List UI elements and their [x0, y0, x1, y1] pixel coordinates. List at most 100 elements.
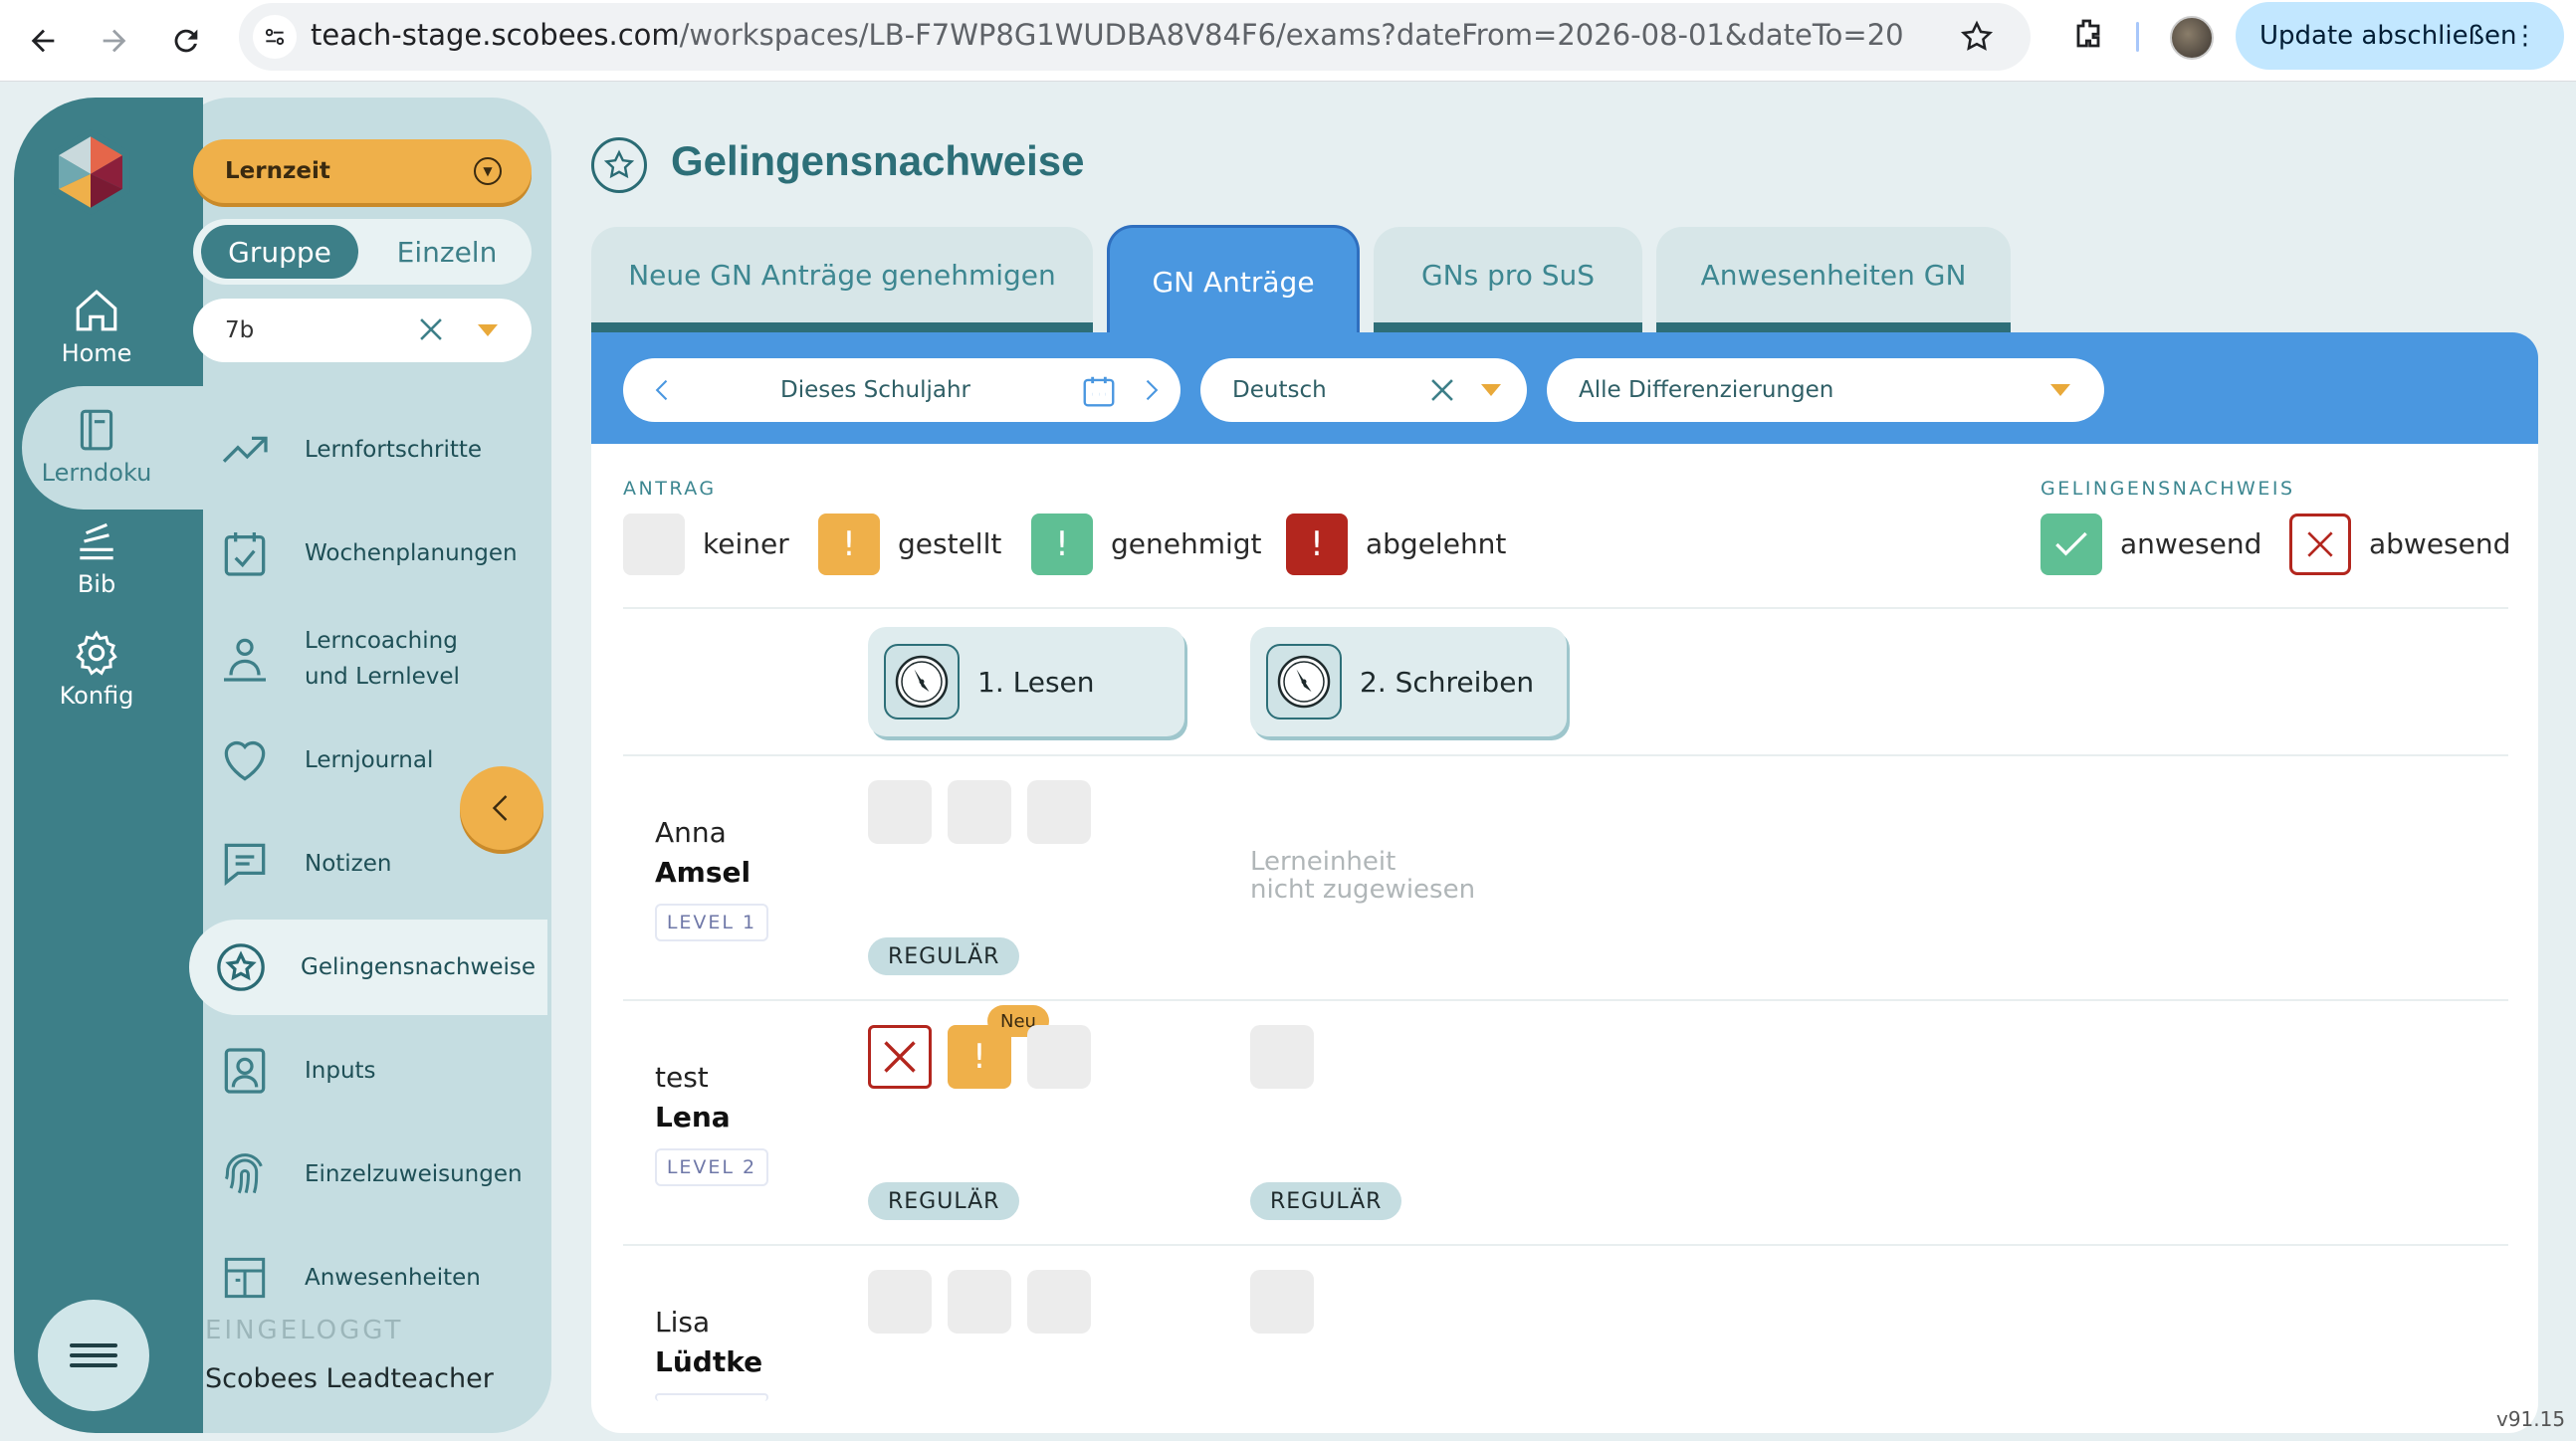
student-first-name: Anna	[655, 816, 727, 849]
address-bar[interactable]: teach-stage.scobees.com/workspaces/LB-F7…	[239, 3, 2031, 71]
gear-icon	[76, 630, 117, 676]
fingerprint-icon	[224, 1153, 263, 1194]
forward-icon[interactable]	[88, 14, 141, 68]
dropdown-caret-icon[interactable]	[478, 324, 498, 336]
group-single-toggle: Gruppe Einzeln	[193, 219, 532, 285]
calendar-icon[interactable]	[1079, 372, 1119, 410]
more-menu-icon[interactable]: ⋮	[2512, 21, 2538, 51]
sidebar-item-inputs[interactable]: Inputs	[193, 1041, 551, 1101]
heart-icon	[224, 740, 266, 781]
tab-anwesenheiten-gn[interactable]: Anwesenheiten GN	[1656, 227, 2011, 332]
toggle-einzeln[interactable]: Einzeln	[368, 225, 526, 279]
update-button[interactable]: Update abschließen ⋮	[2236, 2, 2564, 70]
mode-select-label: Lernzeit	[225, 158, 330, 184]
rail-item-konfig[interactable]: Konfig	[22, 613, 171, 724]
sidebar-item-lernfortschritte[interactable]: Lernfortschritte	[193, 420, 551, 480]
gn-slot[interactable]	[1250, 1270, 1314, 1334]
tab-gns-pro-sus[interactable]: GNs pro SuS	[1374, 227, 1642, 332]
hamburger-icon	[70, 1338, 117, 1373]
sidebar-item-label: Notizen	[305, 851, 392, 877]
compass-icon	[1266, 644, 1342, 720]
rail-item-home[interactable]: Home	[22, 271, 171, 382]
tab-neue-gn-antraege[interactable]: Neue GN Anträge genehmigen	[591, 227, 1093, 332]
sidebar-item-label: Einzelzuweisungen	[305, 1161, 523, 1187]
gn-slot[interactable]	[1027, 780, 1091, 844]
gn-slot[interactable]	[868, 1270, 932, 1334]
site-settings-icon[interactable]	[253, 15, 297, 59]
sidebar-item-label: Wochenplanungen	[305, 540, 518, 566]
chevron-left-icon[interactable]	[649, 376, 677, 404]
library-icon	[80, 522, 113, 560]
student-first-name: test	[655, 1061, 709, 1094]
chevron-left-icon	[492, 795, 508, 821]
sidebar-item-label: Gelingensnachweise	[301, 954, 537, 980]
browser-toolbar: teach-stage.scobees.com/workspaces/LB-F7…	[0, 0, 2576, 82]
collapse-sidebar-button[interactable]	[460, 766, 543, 850]
tab-gn-antraege[interactable]: GN Anträge	[1107, 225, 1360, 336]
clear-icon[interactable]	[414, 312, 448, 346]
sidebar-item-gelingensnachweise[interactable]: Gelingensnachweise	[189, 920, 547, 1015]
class-select[interactable]: 7b	[193, 299, 532, 362]
legend-label-keiner: keiner	[703, 527, 789, 560]
period-filter[interactable]: Dieses Schuljahr	[623, 358, 1181, 422]
legend-label-genehmigt: genehmigt	[1111, 527, 1262, 560]
mode-select[interactable]: Lernzeit ▼	[193, 139, 532, 203]
gn-slot[interactable]	[948, 780, 1011, 844]
sidebar-item-label: Lernfortschritte	[305, 437, 483, 463]
differentiation-filter[interactable]: Alle Differenzierungen	[1547, 358, 2104, 422]
subject-filter[interactable]: Deutsch	[1200, 358, 1527, 422]
legend-antrag-header: ANTRAG	[623, 478, 717, 500]
user-name: Scobees Leadteacher	[205, 1363, 494, 1394]
student-last-name: Amsel	[655, 856, 751, 889]
rail-item-bib[interactable]: Bib	[22, 502, 171, 613]
compass-icon	[884, 644, 960, 720]
hamburger-menu-button[interactable]	[38, 1300, 149, 1411]
dropdown-caret-icon[interactable]	[1481, 384, 1501, 396]
differentiation-filter-value: Alle Differenzierungen	[1579, 377, 1834, 403]
sidebar-item-wochenplanungen[interactable]: Wochenplanungen	[193, 523, 551, 583]
legend-gn-header: GELINGENSNACHWEIS	[2040, 478, 2295, 500]
toolbar-divider	[2136, 22, 2139, 52]
check-icon	[2040, 514, 2102, 575]
star-circle-icon	[591, 137, 647, 193]
page-title: Gelingensnachweise	[671, 137, 1085, 184]
class-select-value: 7b	[225, 317, 255, 343]
regular-badge: REGULÄR	[1250, 1182, 1402, 1220]
gn-slot[interactable]	[1250, 1025, 1314, 1089]
exclamation-icon: !	[972, 1037, 986, 1077]
unit-not-assigned-line1: Lerneinheit	[1250, 847, 1396, 877]
unit-card-schreiben[interactable]: 2. Schreiben	[1250, 627, 1567, 736]
level-badge	[655, 1393, 768, 1401]
bookmark-star-icon[interactable]	[1959, 19, 1995, 55]
dropdown-caret-icon[interactable]	[2050, 384, 2070, 396]
book-icon	[80, 409, 113, 451]
sidebar-item-einzelzuweisungen[interactable]: Einzelzuweisungen	[193, 1144, 551, 1204]
sidebar-item-label: Lerncoaching und Lernlevel	[305, 623, 460, 695]
gn-slot[interactable]	[948, 1270, 1011, 1334]
rail-item-lerndoku[interactable]: Lerndoku	[22, 390, 171, 502]
url-text: teach-stage.scobees.com/workspaces/LB-F7…	[311, 18, 1903, 52]
toggle-gruppe[interactable]: Gruppe	[201, 225, 358, 279]
chevron-down-icon: ▼	[474, 157, 502, 185]
legend-label-abgelehnt: abgelehnt	[1366, 527, 1507, 560]
reload-icon[interactable]	[159, 14, 213, 68]
sidebar-item-anwesenheiten[interactable]: Anwesenheiten	[193, 1248, 551, 1308]
extensions-icon[interactable]	[2068, 16, 2108, 56]
unit-card-lesen[interactable]: 1. Lesen	[868, 627, 1184, 736]
gn-slot[interactable]	[1027, 1025, 1091, 1089]
close-icon	[884, 1041, 916, 1073]
sidebar-item-lerncoaching[interactable]: Lerncoaching und Lernlevel	[193, 619, 551, 699]
gn-slot-abwesend[interactable]	[868, 1025, 932, 1089]
rail-konfig-label: Konfig	[59, 682, 134, 710]
gn-slot[interactable]	[868, 780, 932, 844]
clear-icon[interactable]	[1425, 373, 1459, 407]
chevron-right-icon[interactable]	[1137, 376, 1165, 404]
sidebar-item-label-line2: und Lernlevel	[305, 664, 460, 690]
back-icon[interactable]	[16, 14, 70, 68]
note-icon	[224, 843, 266, 887]
profile-avatar[interactable]	[2170, 16, 2214, 60]
attendance-icon	[224, 1257, 266, 1299]
subject-filter-value: Deutsch	[1232, 377, 1327, 403]
gn-slot[interactable]	[1027, 1270, 1091, 1334]
sidebar-item-label: Inputs	[305, 1058, 376, 1084]
